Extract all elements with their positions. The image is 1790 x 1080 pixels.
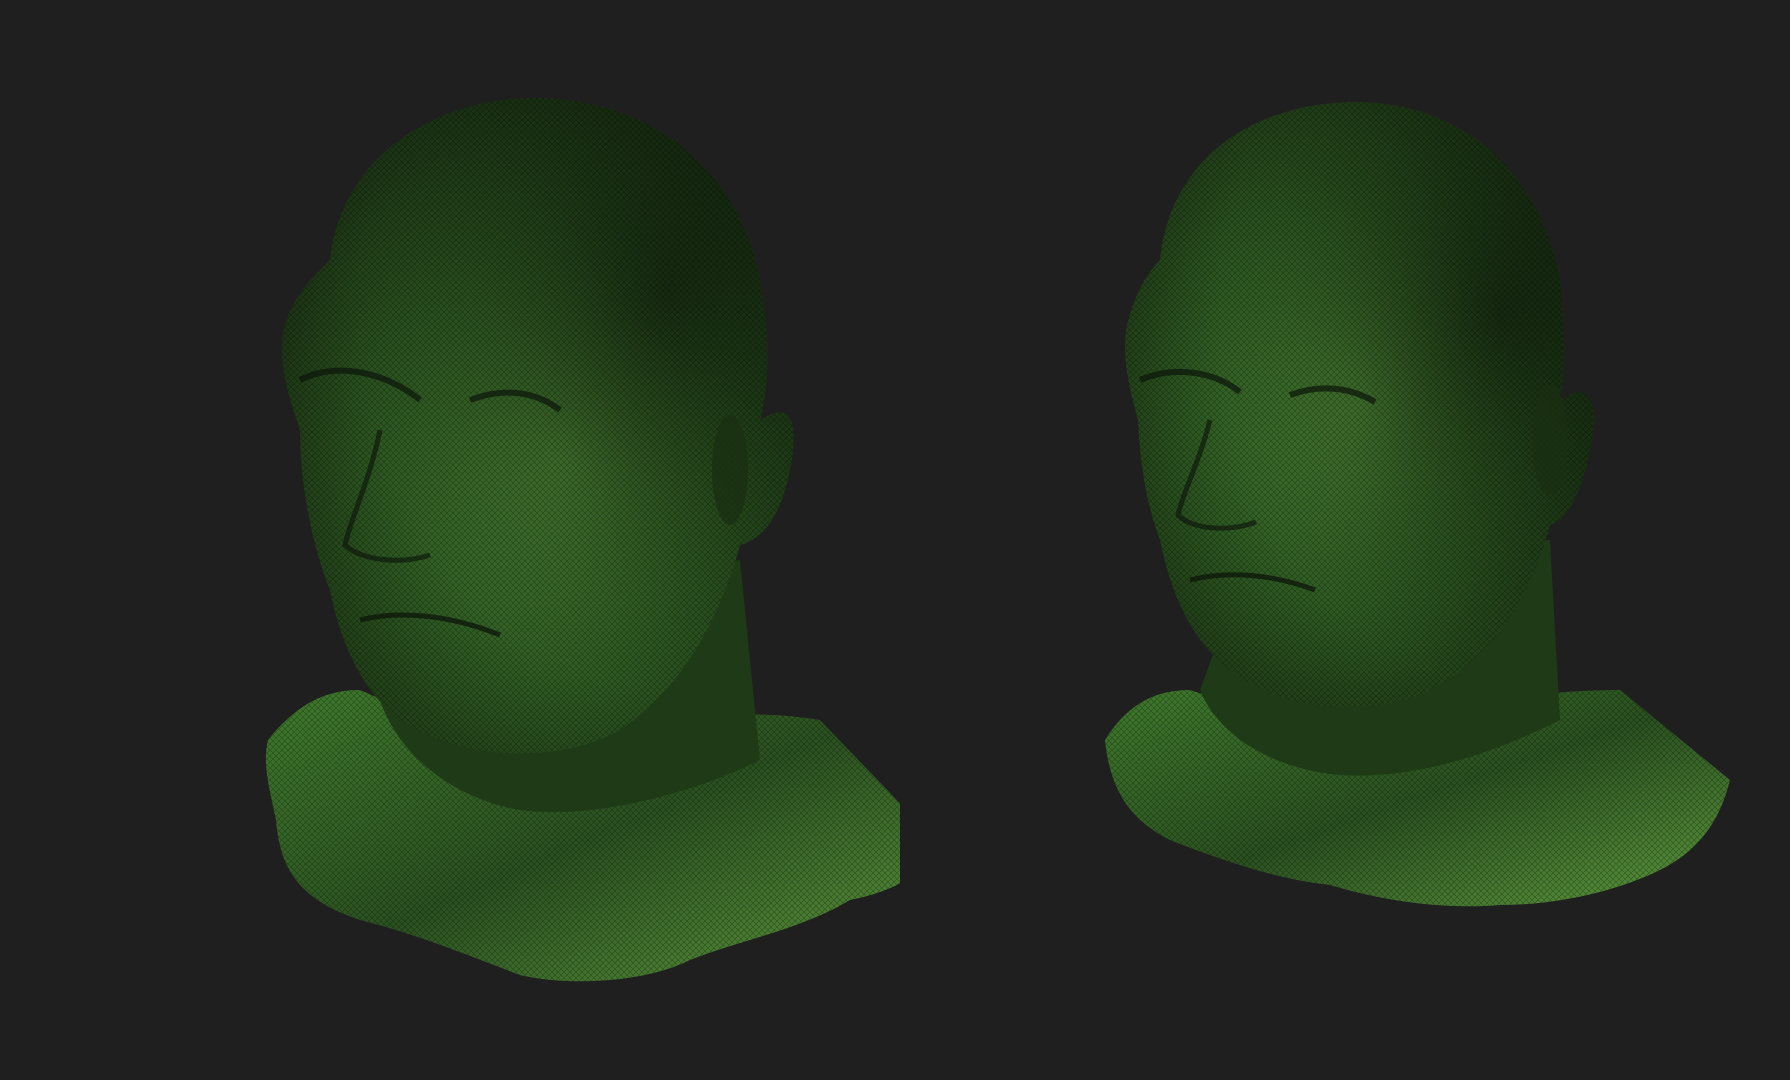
3d-viewport[interactable] <box>0 0 1790 1080</box>
head-bust-model-left[interactable] <box>0 0 900 1080</box>
head-bust-right-icon <box>1105 101 1730 907</box>
head-bust-left-icon <box>265 97 900 982</box>
head-bust-model-right[interactable] <box>860 0 1760 1080</box>
